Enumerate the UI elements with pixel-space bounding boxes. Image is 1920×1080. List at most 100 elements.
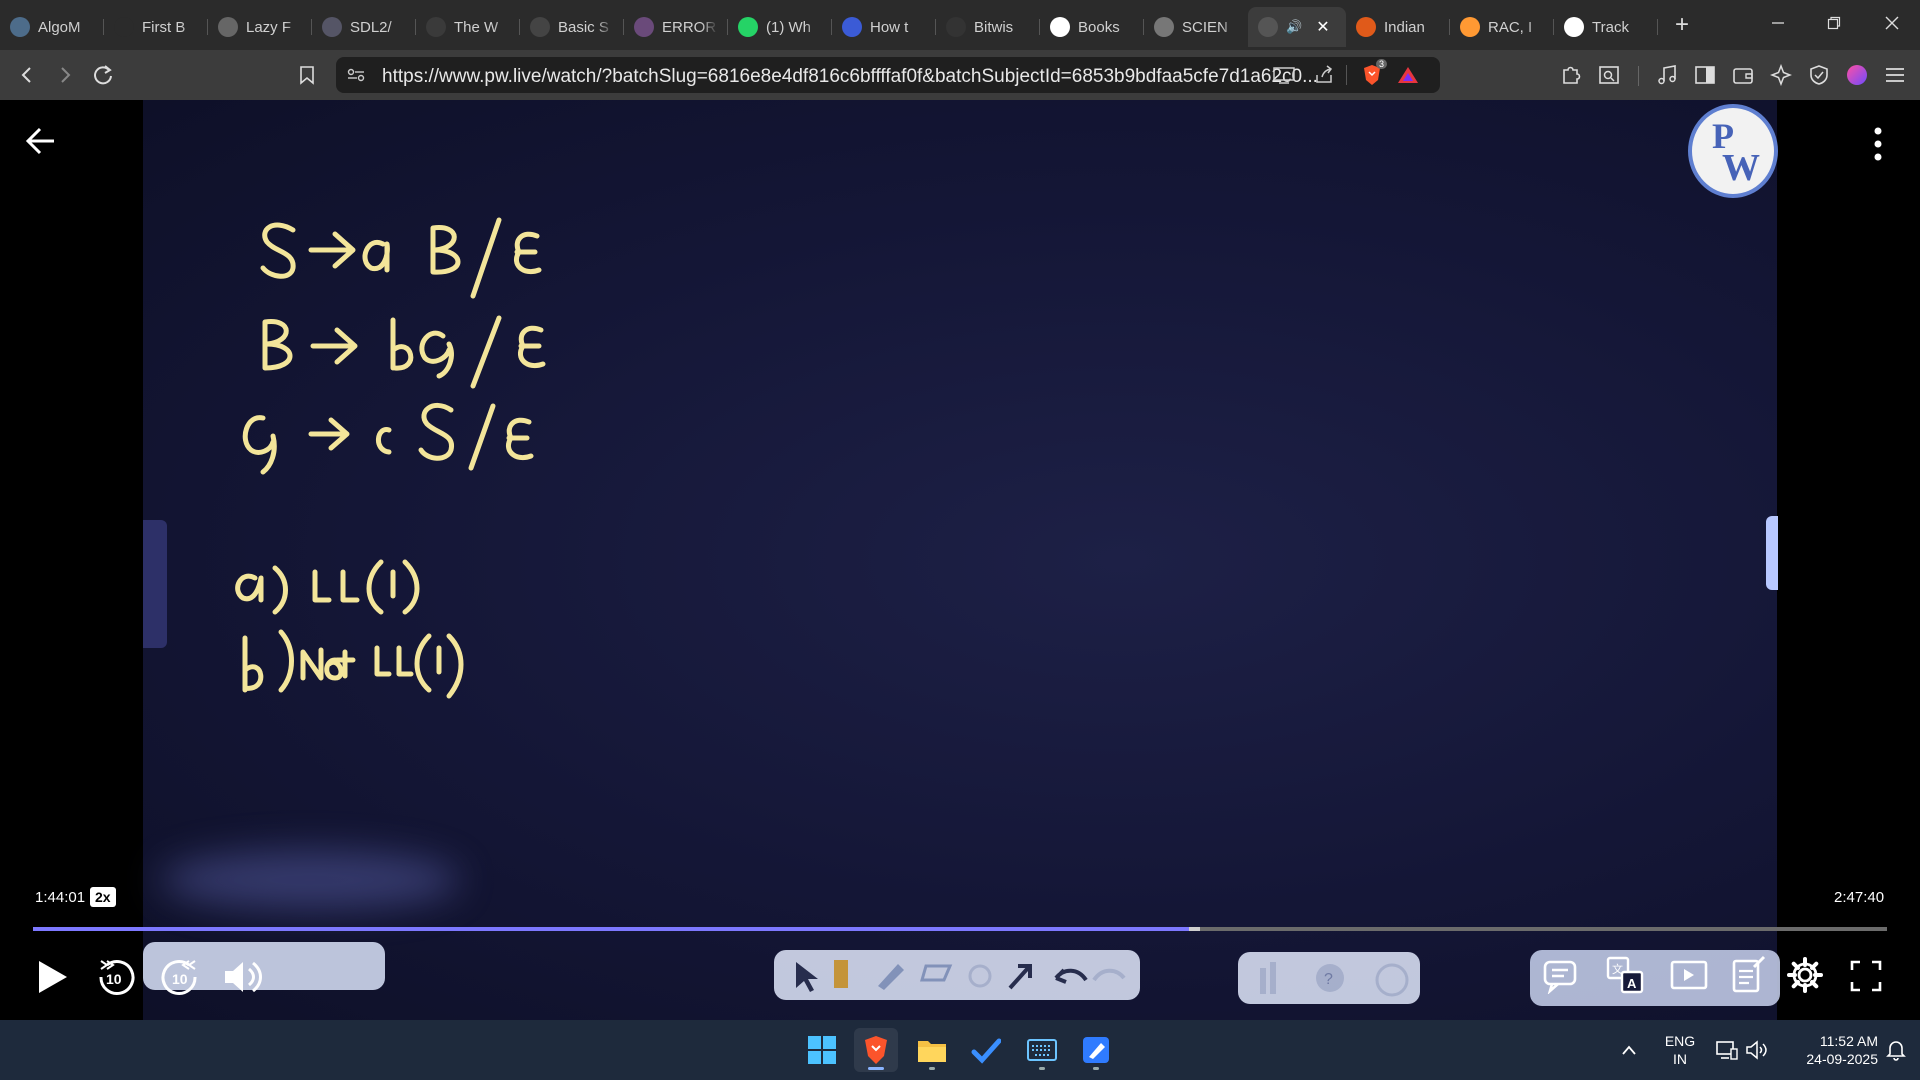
chalk-arrow2 <box>310 327 358 365</box>
paint-icon <box>1083 1037 1109 1063</box>
browser-tab[interactable]: ERROR <box>624 7 728 47</box>
wallet-button[interactable] <box>1728 60 1758 90</box>
leo-ai-button[interactable] <box>1766 60 1796 90</box>
browser-tab[interactable]: AlgoM <box>0 7 104 47</box>
show-hidden-icons-button[interactable] <box>1612 1028 1646 1072</box>
chat-button[interactable] <box>1540 956 1580 996</box>
browser-tab[interactable]: Track <box>1554 7 1658 47</box>
browser-tab[interactable]: (1) Wh <box>728 7 832 47</box>
browser-tab[interactable]: SDL2/ <box>312 7 416 47</box>
address-bar[interactable]: https://www.pw.live/watch/?batchSlug=681… <box>336 57 1440 93</box>
player-more-button[interactable] <box>1868 126 1888 164</box>
browser-toolbar: https://www.pw.live/watch/?batchSlug=681… <box>0 50 1920 100</box>
browser-tab[interactable]: Bitwis <box>936 7 1040 47</box>
bookmark-button[interactable] <box>292 60 322 90</box>
notes-button[interactable] <box>1728 954 1768 996</box>
rewind-10-button[interactable]: 10 <box>94 954 136 1000</box>
vpn-button[interactable] <box>1804 60 1834 90</box>
profile-button[interactable] <box>1842 60 1872 90</box>
network-button[interactable] <box>1712 1028 1742 1072</box>
tab-title: RAC, I <box>1488 18 1533 36</box>
taskbar-paint[interactable] <box>1074 1028 1118 1072</box>
fullscreen-button[interactable] <box>1846 956 1886 996</box>
chalk-epsilon2 <box>518 325 546 368</box>
translate-button[interactable]: A文 <box>1604 954 1646 996</box>
video-player[interactable]: PW 1:44:01 2x 2:47:40 ? 10 10 A 文 <box>0 100 1920 1020</box>
fullscreen-icon <box>1850 960 1882 992</box>
rewind-10-icon: 10 <box>99 960 135 995</box>
board-toolbar-right: ? <box>1238 952 1420 1004</box>
chalk-c-small <box>376 427 392 455</box>
playback-speed-badge[interactable]: 2x <box>90 887 116 907</box>
new-tab-button[interactable]: + <box>1662 5 1702 45</box>
progress-bar[interactable] <box>33 927 1887 931</box>
player-back-button[interactable] <box>24 124 58 158</box>
browser-tab[interactable]: Basic S <box>520 7 624 47</box>
chalk-option-a <box>235 573 264 603</box>
browser-tab[interactable]: First B <box>104 7 208 47</box>
close-window-button[interactable] <box>1864 0 1920 46</box>
reader-mode-button[interactable] <box>1594 60 1624 90</box>
network-icon <box>1716 1041 1738 1060</box>
tab-title: How t <box>870 18 909 36</box>
taskbar-brave[interactable] <box>854 1028 898 1072</box>
play-button[interactable] <box>30 954 74 1000</box>
taskbar-todo[interactable] <box>964 1028 1008 1072</box>
brave-rewards-icon[interactable] <box>1394 61 1422 89</box>
browser-tab[interactable]: 🔊 ✕ <box>1248 7 1346 47</box>
chalk-paren-open-b <box>414 633 432 693</box>
svg-text:A: A <box>1627 976 1637 991</box>
close-tab-icon[interactable]: ✕ <box>1316 17 1329 37</box>
reload-button[interactable] <box>88 60 118 90</box>
input-language[interactable]: ENG IN <box>1656 1032 1704 1068</box>
browser-tab[interactable]: The W <box>416 7 520 47</box>
browser-tab[interactable]: Indian <box>1346 7 1450 47</box>
extensions-button[interactable] <box>1556 60 1586 90</box>
start-button[interactable] <box>800 1028 844 1072</box>
share-icon[interactable] <box>1310 61 1338 89</box>
tab-audio-icon[interactable]: 🔊 <box>1286 19 1302 35</box>
restore-button[interactable] <box>1806 0 1862 46</box>
media-button[interactable] <box>1652 60 1682 90</box>
clock[interactable]: 11:52 AM 24-09-2025 <box>1782 1032 1878 1068</box>
chalk-paren-a <box>272 565 288 615</box>
chalk-ll-b <box>374 645 414 677</box>
wordpress-icon <box>426 17 446 37</box>
brave-shields-icon[interactable]: 3 <box>1358 59 1388 89</box>
browser-tab[interactable]: RAC, I <box>1450 7 1554 47</box>
browser-tab[interactable]: How t <box>832 7 936 47</box>
picture-in-picture-icon <box>1670 960 1708 990</box>
back-button[interactable] <box>12 60 42 90</box>
pip-button[interactable] <box>1668 956 1710 996</box>
taskbar-file-explorer[interactable] <box>910 1028 954 1072</box>
chalk-paren-open-a <box>366 559 384 615</box>
reader-search-icon <box>1599 66 1619 84</box>
keyboard-icon <box>1027 1039 1057 1061</box>
taskbar-keyboard-app[interactable] <box>1020 1028 1064 1072</box>
site-settings-icon[interactable] <box>342 61 370 89</box>
shield-check-icon <box>1810 65 1828 85</box>
brave-browser-icon <box>865 1036 887 1064</box>
main-menu-button[interactable] <box>1880 60 1910 90</box>
volume-button[interactable] <box>220 954 266 1000</box>
forward-10-button[interactable]: 10 <box>160 954 202 1000</box>
settings-button[interactable] <box>1784 954 1826 996</box>
chalk-b2 <box>262 319 293 371</box>
url-text[interactable]: https://www.pw.live/watch/?batchSlug=681… <box>382 66 1318 88</box>
chalk-paren-close-b <box>446 633 464 699</box>
music-note-icon <box>1658 65 1676 85</box>
sidebar-button[interactable] <box>1690 60 1720 90</box>
notifications-button[interactable] <box>1878 1028 1914 1072</box>
volume-tray-button[interactable] <box>1742 1028 1772 1072</box>
forward-button[interactable] <box>50 60 80 90</box>
browser-tab[interactable]: SCIEN <box>1144 7 1248 47</box>
browser-tab[interactable]: Books <box>1040 7 1144 47</box>
chalk-s <box>260 222 296 279</box>
arrow-left-icon <box>25 127 54 155</box>
clock-time: 11:52 AM <box>1819 1033 1878 1049</box>
sidebar-icon <box>1695 66 1715 84</box>
cast-icon[interactable] <box>1270 61 1298 89</box>
minimize-button[interactable] <box>1750 0 1806 46</box>
indian-oil-icon <box>1356 17 1376 37</box>
browser-tab[interactable]: Lazy F <box>208 7 312 47</box>
